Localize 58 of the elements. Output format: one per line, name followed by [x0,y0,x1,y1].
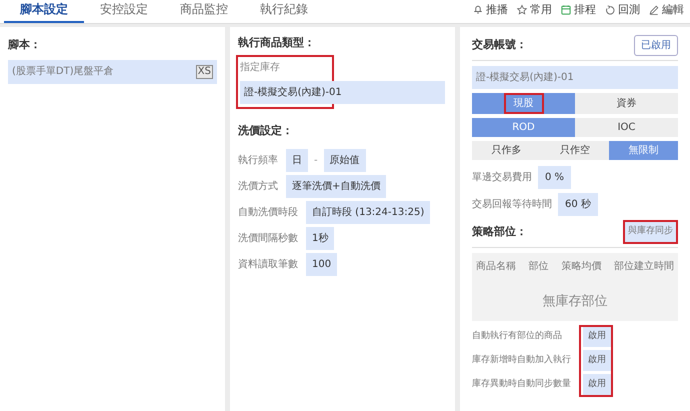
segment-option[interactable]: 只作空 [540,141,610,160]
enabled-button[interactable]: 已啟用 [634,35,678,56]
setting-value[interactable]: 逐筆洗價+自動洗價 [286,174,386,198]
section-title: 交易帳號： [472,37,527,54]
section-title: 執行商品類型： [238,35,316,51]
refresh-icon [604,4,616,16]
toolbar-button[interactable]: 編輯 [648,2,684,18]
segment-option[interactable]: 只作多 [472,141,541,160]
setting-label: 單邊交易費用 [472,170,532,185]
setting-label: 洗價方式 [238,180,278,194]
script-field[interactable]: (股票手單DT)尾盤平倉 XS [8,60,217,84]
setting-value[interactable]: 1秒 [306,226,334,250]
empty-message: 無庫存部位 [542,292,608,310]
setting-label: 交易回報等待時間 [472,198,552,212]
toolbar-button[interactable]: 回測 [604,2,640,18]
segment-option[interactable]: 資券 [575,93,678,114]
tab[interactable]: 商品監控 [164,0,244,23]
column-header: 部位 [528,260,549,274]
column-header: 商品名稱 [476,260,516,274]
setting-label: 自動洗價時段 [238,206,298,220]
tab[interactable]: 執行紀錄 [244,0,324,23]
enable-button[interactable]: 啟用 [583,374,611,396]
setting-value[interactable]: 自訂時段 (13:24-13:25) [306,200,430,224]
script-name: (股票手單DT)尾盤平倉 [12,64,114,79]
setting-label: 執行頻率 [238,154,278,168]
bell-icon [472,4,484,16]
account-field[interactable]: 證-模擬交易(內建)-01 [472,66,678,89]
section-title: 腳本： [8,37,42,53]
toolbar-button[interactable]: 常用 [516,2,552,18]
column-header: 部位建立時間 [614,260,674,274]
tab[interactable]: 安控設定 [84,0,164,23]
setting-label: 資料讀取筆數 [238,258,298,272]
segment-option[interactable]: IOC [575,118,678,137]
setting-value[interactable]: 日 [286,148,308,172]
setting-value[interactable]: 原始值 [324,148,366,172]
enable-button[interactable]: 啟用 [583,350,611,372]
inventory-select[interactable]: 證-模擬交易(內建)-01 [240,80,445,104]
enable-button[interactable]: 啟用 [583,326,611,348]
option-label: 庫存異動時自動同步數量 [472,378,572,391]
calendar-icon [560,4,572,16]
option-label: 自動執行有部位的商品 [472,330,563,343]
section-title: 策略部位： [472,224,527,240]
sync-button[interactable]: 與庫存同步 [623,220,678,244]
setting-value[interactable]: 100 [306,252,338,276]
section-title: 洗價設定： [238,122,294,138]
star-icon [516,4,528,16]
toolbar-button[interactable]: 推播 [472,2,508,18]
toolbar-button[interactable]: 排程 [560,2,596,18]
tab[interactable]: 腳本設定 [4,0,84,23]
xs-icon: XS [196,64,213,78]
option-label: 庫存新增時自動加入執行 [472,354,572,367]
field-label: 指定庫存 [240,60,281,74]
pen-icon [648,4,660,16]
separator-text: - [314,154,318,168]
setting-value[interactable]: 0 % [538,166,572,189]
column-header: 策略均價 [561,260,602,274]
setting-label: 洗價間隔秒數 [238,232,298,246]
setting-value[interactable]: 60 秒 [558,193,598,216]
